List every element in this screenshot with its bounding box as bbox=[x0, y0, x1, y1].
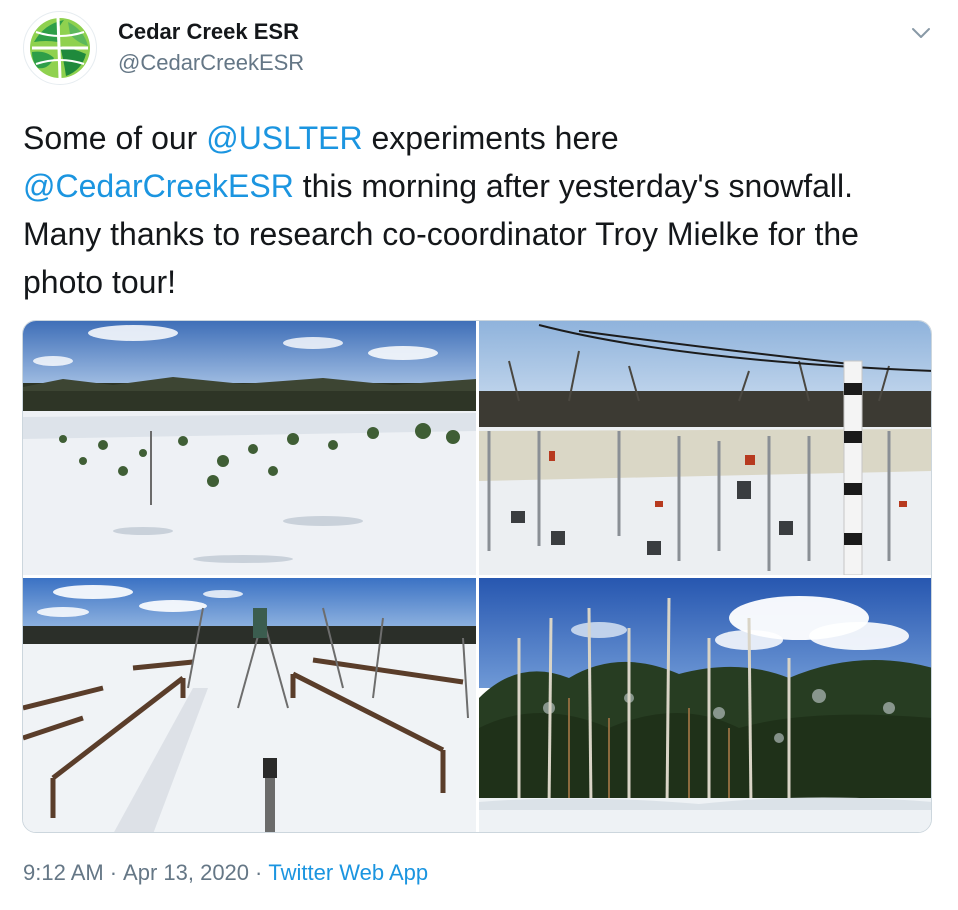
tweet-meta: 9:12 AM · Apr 13, 2020 · Twitter Web App bbox=[23, 858, 428, 888]
author-handle[interactable]: @CedarCreekESR bbox=[118, 50, 304, 76]
tweet: Cedar Creek ESR @CedarCreekESR Some of o… bbox=[0, 0, 958, 910]
mention-link-uslter[interactable]: @USLTER bbox=[206, 120, 362, 156]
chevron-down-icon bbox=[912, 28, 930, 38]
tweet-time[interactable]: 9:12 AM bbox=[23, 860, 104, 885]
photo-birch-trees-image bbox=[479, 578, 931, 832]
photo-3[interactable] bbox=[23, 578, 476, 832]
tweet-text-part: experiments here bbox=[371, 120, 619, 156]
mention-link-cedarcreekesr[interactable]: @CedarCreekESR bbox=[23, 168, 294, 204]
globe-logo-icon bbox=[26, 14, 94, 82]
photo-grid bbox=[22, 320, 932, 833]
photo-snowy-field-image bbox=[23, 321, 476, 575]
more-options-button[interactable] bbox=[910, 22, 932, 44]
photo-4[interactable] bbox=[479, 578, 931, 832]
photo-2[interactable] bbox=[479, 321, 931, 575]
photo-experiment-posts-image bbox=[479, 321, 931, 575]
avatar[interactable] bbox=[23, 11, 97, 85]
meta-separator: · bbox=[109, 860, 118, 885]
tweet-text: Some of our @USLTER experiments here @Ce… bbox=[23, 114, 938, 306]
tweet-source-link[interactable]: Twitter Web App bbox=[268, 860, 428, 885]
photo-rails-field-image bbox=[23, 578, 476, 832]
meta-separator: · bbox=[255, 860, 263, 885]
photo-1[interactable] bbox=[23, 321, 476, 575]
tweet-text-part: Some of our bbox=[23, 120, 207, 156]
tweet-date[interactable]: Apr 13, 2020 bbox=[123, 860, 249, 885]
author-name[interactable]: Cedar Creek ESR bbox=[118, 19, 299, 45]
